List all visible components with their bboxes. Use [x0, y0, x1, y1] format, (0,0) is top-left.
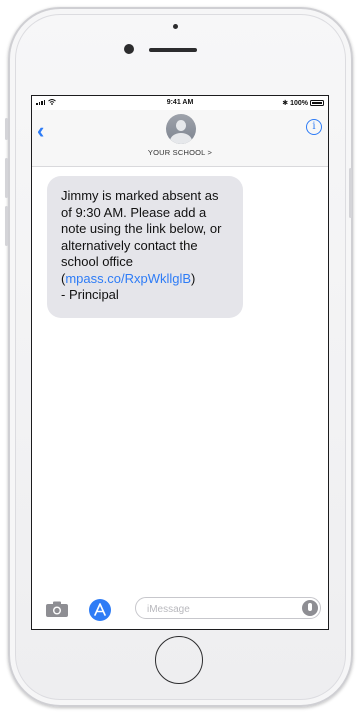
power-button — [349, 168, 352, 218]
volume-up-button — [5, 158, 8, 198]
earpiece-speaker — [149, 48, 197, 52]
microphone-icon[interactable] — [302, 600, 318, 616]
message-signature: - Principal — [61, 287, 119, 302]
input-bar — [32, 589, 328, 629]
volume-down-button — [5, 206, 8, 246]
imessage-field[interactable] — [135, 597, 321, 620]
battery-icon — [310, 100, 324, 106]
home-button[interactable] — [155, 636, 203, 684]
conversation-header: ‹ YOUR SCHOOL > i — [32, 110, 328, 167]
screen: 9:41 AM ✱ 100% ‹ YOUR SCHOOL > i Jimmy i… — [31, 95, 329, 630]
proximity-sensor — [173, 24, 178, 29]
info-icon[interactable]: i — [306, 119, 322, 135]
message-text-end: ) — [191, 270, 196, 286]
camera-icon[interactable] — [45, 601, 69, 617]
contact-name[interactable]: YOUR SCHOOL > — [32, 148, 328, 157]
message-link[interactable]: mpass.co/RxpWkllglB — [65, 271, 191, 286]
battery-indicator: ✱ 100% — [282, 99, 324, 107]
front-camera — [124, 44, 134, 54]
avatar[interactable] — [166, 114, 196, 144]
app-store-icon[interactable] — [89, 599, 111, 621]
mute-switch — [5, 118, 8, 140]
message-input[interactable] — [145, 598, 299, 620]
status-bar: 9:41 AM ✱ 100% — [32, 96, 328, 110]
message-bubble: Jimmy is marked absent as of 9:30 AM. Pl… — [47, 176, 243, 318]
battery-label: ✱ 100% — [282, 100, 308, 107]
chevron-left-icon[interactable]: ‹ — [37, 120, 44, 142]
